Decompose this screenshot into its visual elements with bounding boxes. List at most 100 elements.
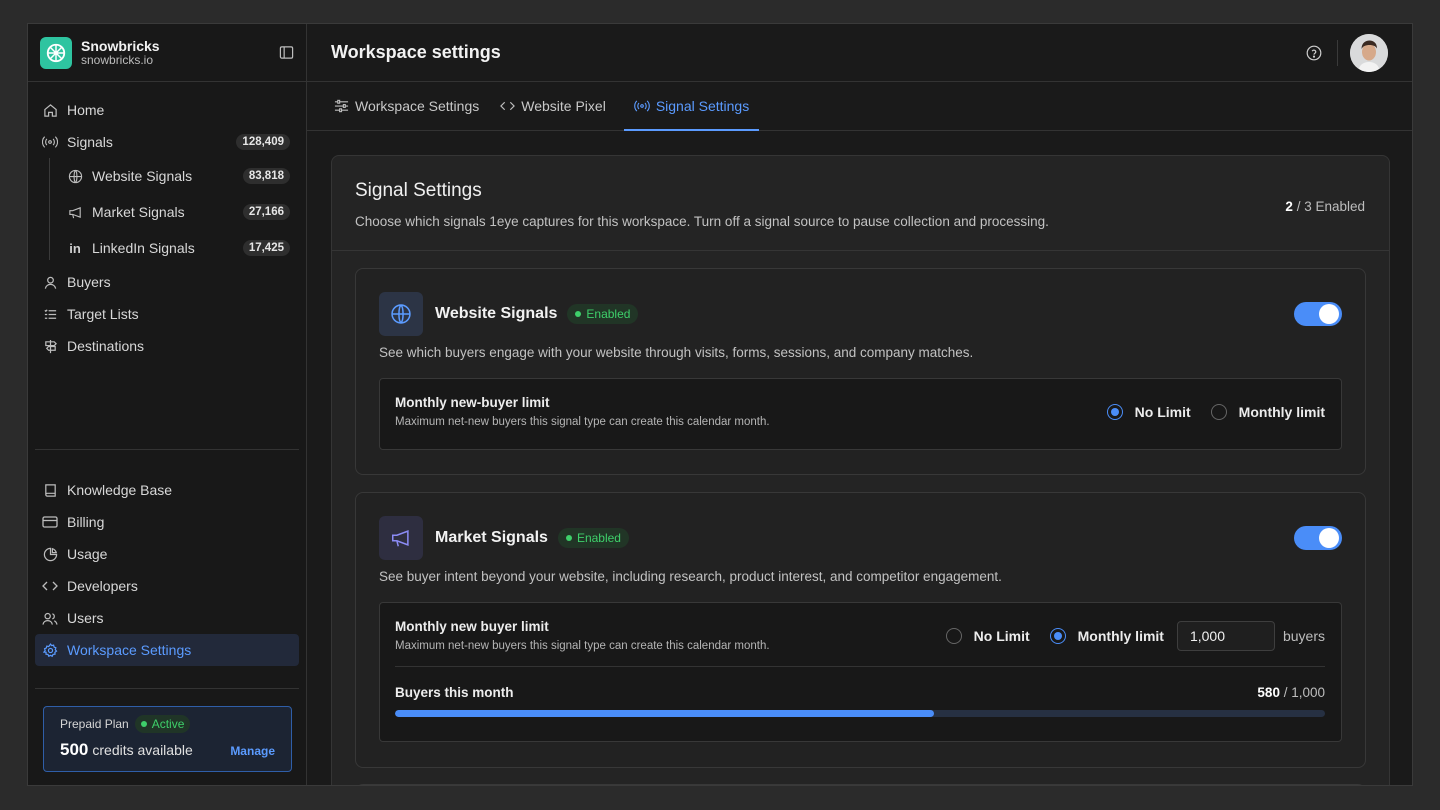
- card-title: Website Signals: [435, 305, 558, 322]
- no-limit-radio[interactable]: No Limit: [1106, 403, 1191, 420]
- monthly-limit-input[interactable]: [1176, 620, 1275, 651]
- main-nav: Home Signals 128,409 Website Signals 83,…: [28, 82, 306, 362]
- home-icon: [42, 102, 58, 118]
- sidebar-item-home[interactable]: Home: [28, 94, 306, 126]
- progress-total: / 1,000: [1279, 685, 1325, 700]
- limit-title: Monthly new-buyer limit: [395, 395, 550, 410]
- tab-workspace-settings[interactable]: Workspace Settings: [331, 82, 489, 130]
- linkedin-icon: in: [69, 240, 81, 256]
- secondary-nav: Knowledge Base Billing Usage Developers …: [28, 474, 306, 666]
- sliders-icon: [334, 99, 349, 113]
- no-limit-radio[interactable]: No Limit: [945, 627, 1030, 644]
- signpost-icon: [42, 338, 58, 354]
- divider: [395, 666, 1325, 667]
- plan-card: Prepaid Plan Active 500 credits availabl…: [43, 706, 292, 772]
- sidebar-item-billing[interactable]: Billing: [28, 506, 306, 538]
- monthly-limit-radio[interactable]: Monthly limit: [1049, 627, 1164, 644]
- radio-label: No Limit: [973, 627, 1030, 644]
- radio-label: Monthly limit: [1077, 627, 1164, 644]
- sidebar-item-website-signals[interactable]: Website Signals 83,818: [52, 158, 306, 194]
- sidebar-item-knowledge-base[interactable]: Knowledge Base: [28, 474, 306, 506]
- header-divider: [1337, 39, 1338, 66]
- tab-label: Website Pixel: [521, 98, 606, 114]
- progress-used: 580: [1257, 685, 1280, 700]
- credits-value: 500: [60, 740, 89, 759]
- sidebar-item-signals[interactable]: Signals 128,409: [28, 126, 306, 158]
- sidebar-item-target-lists[interactable]: Target Lists: [28, 298, 306, 330]
- book-icon: [42, 482, 58, 498]
- gear-icon: [42, 642, 58, 658]
- signal-settings-panel: Signal Settings Choose which signals 1ey…: [331, 155, 1390, 785]
- tab-signal-settings[interactable]: Signal Settings: [623, 82, 760, 131]
- sidebar-item-workspace-settings[interactable]: Workspace Settings: [35, 634, 299, 666]
- market-signals-count-badge: 27,166: [242, 204, 290, 220]
- megaphone-icon: [67, 204, 83, 220]
- panel-description: Choose which signals 1eye captures for t…: [355, 214, 1049, 229]
- brand-domain: snowbricks.io: [81, 52, 154, 67]
- plan-name: Prepaid Plan: [60, 717, 129, 731]
- sidebar-item-label: LinkedIn Signals: [92, 240, 195, 256]
- progress-value: 580 / 1,000: [1257, 685, 1325, 700]
- avatar[interactable]: [1350, 33, 1388, 72]
- website-signals-count-badge: 83,818: [242, 168, 290, 184]
- workspace-switcher[interactable]: Snowbricks snowbricks.io: [28, 24, 306, 82]
- sidebar-item-developers[interactable]: Developers: [28, 570, 306, 602]
- radio-label: Monthly limit: [1238, 403, 1325, 420]
- website-signals-card: Website Signals Enabled See which buyers…: [355, 268, 1366, 475]
- progress-bar-fill: [395, 710, 935, 717]
- brand-name: Snowbricks: [81, 37, 160, 54]
- tab-website-pixel[interactable]: Website Pixel: [497, 82, 616, 130]
- card-title: Market Signals: [435, 529, 548, 546]
- sidebar-item-label: Target Lists: [67, 306, 139, 322]
- sidebar-item-destinations[interactable]: Destinations: [28, 330, 306, 362]
- tab-label: Signal Settings: [655, 98, 750, 114]
- code-icon: [42, 578, 58, 594]
- sidebar-item-users[interactable]: Users: [28, 602, 306, 634]
- sidebar-divider: [35, 688, 299, 689]
- sidebar-collapse-icon[interactable]: [278, 45, 294, 61]
- plan-status-text: Active: [151, 717, 185, 731]
- progress-bar: [395, 710, 1325, 717]
- status-dot-icon: [565, 535, 572, 541]
- sidebar-item-label: Users: [67, 610, 104, 626]
- limit-title: Monthly new buyer limit: [395, 619, 549, 634]
- user-icon: [42, 274, 58, 290]
- status-badge: Enabled: [557, 528, 629, 548]
- signals-submenu: Website Signals 83,818 Market Signals 27…: [28, 158, 306, 266]
- enabled-count-label: / 3 Enabled: [1292, 199, 1365, 214]
- market-signals-card: Market Signals Enabled See buyer intent …: [355, 492, 1366, 768]
- sidebar-item-label: Workspace Settings: [67, 642, 192, 658]
- limit-settings: Monthly new buyer limit Maximum net-new …: [379, 602, 1342, 742]
- sidebar-divider: [35, 449, 299, 450]
- limit-subtitle: Maximum net-new buyers this signal type …: [395, 416, 770, 428]
- users-icon: [42, 610, 58, 626]
- app-window: Snowbricks snowbricks.io Home Signals 12…: [27, 23, 1413, 786]
- main-area: Workspace settings Workspace Settings We…: [307, 24, 1412, 785]
- signal-icon: [633, 100, 650, 112]
- list-icon: [42, 306, 58, 322]
- help-icon[interactable]: [1305, 44, 1323, 62]
- market-signals-toggle[interactable]: [1294, 526, 1342, 550]
- limit-unit: buyers: [1282, 627, 1325, 644]
- radio-circle: [945, 627, 962, 644]
- card-description: See buyer intent beyond your website, in…: [379, 569, 1002, 584]
- status-badge-text: Enabled: [576, 531, 621, 545]
- sidebar-item-label: Developers: [67, 578, 138, 594]
- limit-settings: Monthly new-buyer limit Maximum net-new …: [379, 378, 1342, 450]
- sidebar-item-linkedin-signals[interactable]: in LinkedIn Signals 17,425: [52, 230, 306, 266]
- sidebar-item-label: Buyers: [67, 274, 111, 290]
- sidebar-item-label: Billing: [67, 514, 105, 530]
- enabled-count: 2 / 3 Enabled: [1285, 199, 1365, 214]
- sidebar-item-usage[interactable]: Usage: [28, 538, 306, 570]
- sidebar-item-label: Market Signals: [92, 204, 185, 220]
- card-description: See which buyers engage with your websit…: [379, 345, 974, 360]
- progress-label: Buyers this month: [395, 685, 514, 700]
- manage-plan-link[interactable]: Manage: [230, 744, 275, 758]
- enabled-count-value: 2: [1285, 199, 1293, 214]
- sidebar-item-buyers[interactable]: Buyers: [28, 266, 306, 298]
- website-signals-toggle[interactable]: [1294, 302, 1342, 326]
- monthly-limit-radio[interactable]: Monthly limit: [1210, 403, 1325, 420]
- topbar: Workspace settings: [307, 24, 1412, 82]
- sidebar-item-market-signals[interactable]: Market Signals 27,166: [52, 194, 306, 230]
- credits-label: credits available: [92, 742, 193, 758]
